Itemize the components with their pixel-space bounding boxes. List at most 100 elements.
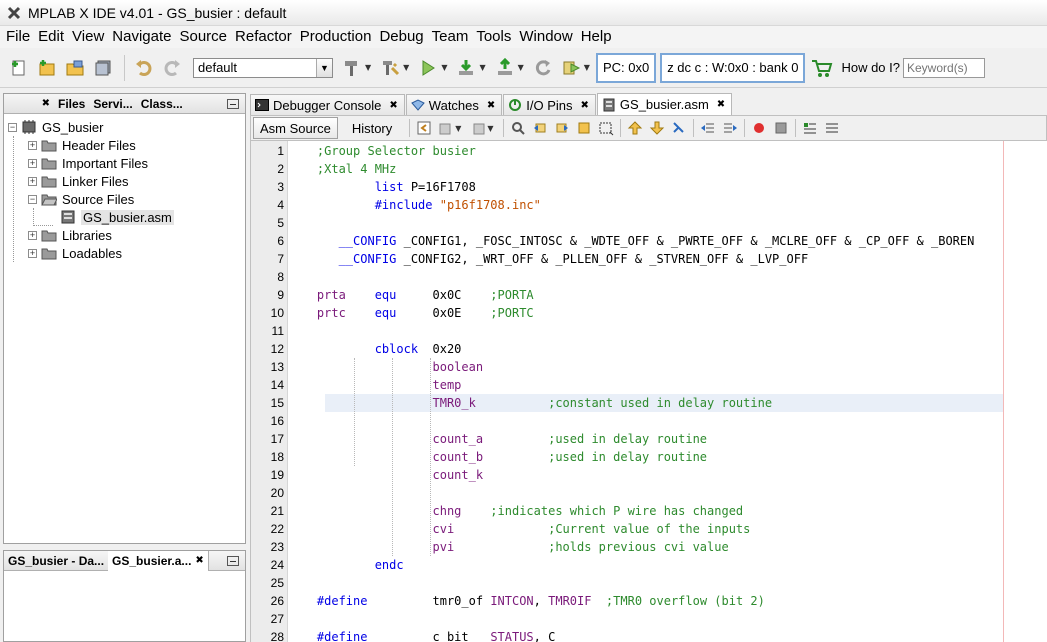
new-project-button[interactable] bbox=[34, 55, 60, 81]
tree-item-header-files[interactable]: + Header Files bbox=[8, 136, 245, 154]
tree-item-source-files[interactable]: − Source Files bbox=[8, 190, 245, 208]
back-dropdown-icon[interactable]: ▼ bbox=[455, 124, 461, 133]
tree-item-gs-busier-asm[interactable]: GS_busier.asm bbox=[8, 208, 245, 226]
expand-toggle-icon[interactable]: + bbox=[28, 248, 37, 258]
code-line[interactable]: 16 bbox=[271, 412, 1047, 430]
tab-debugger-console[interactable]: Debugger Console ✖ bbox=[250, 94, 405, 115]
menu-team[interactable]: Team bbox=[428, 26, 473, 48]
undo-button[interactable] bbox=[131, 55, 157, 81]
menu-window[interactable]: Window bbox=[515, 26, 576, 48]
build-dropdown-icon[interactable]: ▼ bbox=[365, 63, 371, 72]
back-icon[interactable] bbox=[435, 118, 457, 138]
asm-source-button[interactable]: Asm Source bbox=[253, 117, 338, 139]
redo-button[interactable] bbox=[159, 55, 185, 81]
minimize-panel-button[interactable] bbox=[227, 98, 239, 109]
code-line[interactable]: 22 cvi ;Current value of the inputs bbox=[271, 520, 1047, 538]
minimize-panel-button[interactable] bbox=[227, 555, 239, 566]
code-area[interactable]: 1 ;Group Selector busier 2 ;Xtal 4 MHz 3 l… bbox=[271, 141, 1047, 642]
code-line[interactable]: 4 #include "p16f1708.inc" bbox=[277, 196, 1047, 214]
previous-bookmark-icon[interactable] bbox=[624, 118, 646, 138]
find-next-icon[interactable] bbox=[551, 118, 573, 138]
history-button[interactable]: History bbox=[346, 117, 398, 139]
run-button[interactable] bbox=[415, 55, 441, 81]
menu-file[interactable]: File bbox=[2, 26, 34, 48]
program-device-button[interactable] bbox=[453, 55, 479, 81]
tab-dashboard[interactable]: GS_busier - Da... bbox=[4, 551, 108, 571]
project-configuration-select[interactable]: default ▼ bbox=[193, 57, 333, 78]
cart-icon[interactable] bbox=[809, 55, 835, 81]
stop-macro-recording-icon[interactable] bbox=[770, 118, 792, 138]
clean-build-button[interactable] bbox=[377, 55, 403, 81]
close-icon[interactable]: ✖ bbox=[581, 100, 589, 111]
read-dropdown-icon[interactable]: ▼ bbox=[518, 63, 524, 72]
tab-files[interactable]: Files bbox=[54, 94, 89, 114]
expand-toggle-icon[interactable]: + bbox=[28, 176, 37, 186]
code-editor[interactable]: 1 ;Group Selector busier 2 ;Xtal 4 MHz 3 l… bbox=[250, 141, 1047, 642]
open-project-button[interactable] bbox=[62, 55, 88, 81]
code-line[interactable]: 12 cblock 0x20 bbox=[271, 340, 1047, 358]
run-dropdown-icon[interactable]: ▼ bbox=[441, 63, 447, 72]
menu-help[interactable]: Help bbox=[577, 26, 616, 48]
code-line[interactable]: 5 bbox=[277, 214, 1047, 232]
expand-toggle-icon[interactable]: + bbox=[28, 140, 37, 150]
code-line[interactable]: 14 temp bbox=[271, 376, 1047, 394]
close-icon[interactable]: ✖ bbox=[487, 100, 495, 111]
collapse-toggle-icon[interactable]: − bbox=[28, 194, 37, 204]
code-line[interactable]: 10 prtc equ 0x0E ;PORTC bbox=[271, 304, 1047, 322]
code-line[interactable]: 26 #define tmr0_of INTCON, TMR0IF ;TMR0 … bbox=[271, 592, 1047, 610]
code-line[interactable]: 6 __CONFIG _CONFIG1, _FOSC_INTOSC & _WDT… bbox=[277, 232, 1047, 250]
tree-item-libraries[interactable]: + Libraries bbox=[8, 226, 245, 244]
menu-source[interactable]: Source bbox=[175, 26, 231, 48]
debug-dropdown-icon[interactable]: ▼ bbox=[584, 63, 590, 72]
clean-build-dropdown-icon[interactable]: ▼ bbox=[403, 63, 409, 72]
shift-left-icon[interactable] bbox=[697, 118, 719, 138]
tree-item-linker-files[interactable]: + Linker Files bbox=[8, 172, 245, 190]
comment-icon[interactable] bbox=[799, 118, 821, 138]
tab-services[interactable]: Servi... bbox=[89, 94, 136, 114]
menu-view[interactable]: View bbox=[68, 26, 108, 48]
menu-refactor[interactable]: Refactor bbox=[231, 26, 296, 48]
code-line[interactable]: 7 __CONFIG _CONFIG2, _WRT_OFF & _PLLEN_O… bbox=[277, 250, 1047, 268]
code-line[interactable]: 1 ;Group Selector busier bbox=[277, 142, 1047, 160]
menu-edit[interactable]: Edit bbox=[34, 26, 68, 48]
next-bookmark-icon[interactable] bbox=[646, 118, 668, 138]
tab-io-pins[interactable]: I/O Pins ✖ bbox=[503, 94, 596, 115]
program-dropdown-icon[interactable]: ▼ bbox=[479, 63, 485, 72]
close-icon[interactable]: ✖ bbox=[717, 99, 725, 110]
forward-dropdown-icon[interactable]: ▼ bbox=[487, 124, 493, 133]
close-icon[interactable]: ✖ bbox=[389, 100, 397, 111]
tab-navigator[interactable]: GS_busier.a... ✖ bbox=[108, 551, 209, 571]
start-macro-recording-icon[interactable] bbox=[748, 118, 770, 138]
code-line[interactable]: 9 prta equ 0x0C ;PORTA bbox=[277, 286, 1047, 304]
new-file-button[interactable] bbox=[6, 55, 32, 81]
build-hammer-button[interactable] bbox=[339, 55, 365, 81]
code-line[interactable]: 11 bbox=[272, 322, 1047, 340]
code-line[interactable]: 18 count_b ;used in delay routine bbox=[271, 448, 1047, 466]
code-line[interactable]: 24 endc bbox=[271, 556, 1047, 574]
code-line[interactable]: 21 chng ;indicates which P wire has chan… bbox=[271, 502, 1047, 520]
last-edit-icon[interactable] bbox=[413, 118, 435, 138]
code-line[interactable]: 28 #define c_bit STATUS, C bbox=[271, 628, 1047, 642]
tab-classes[interactable]: Class... bbox=[137, 94, 187, 114]
tree-item-loadables[interactable]: + Loadables bbox=[8, 244, 245, 262]
read-device-button[interactable] bbox=[492, 55, 518, 81]
tab-gs-busier-asm[interactable]: GS_busier.asm ✖ bbox=[596, 93, 733, 115]
menu-tools[interactable]: Tools bbox=[472, 26, 515, 48]
code-line[interactable]: 3 list P=16F1708 bbox=[277, 178, 1047, 196]
code-line[interactable]: 27 bbox=[271, 610, 1047, 628]
menu-production[interactable]: Production bbox=[296, 26, 376, 48]
tab-watches[interactable]: Watches ✖ bbox=[405, 94, 503, 115]
save-all-button[interactable] bbox=[90, 55, 116, 81]
code-line[interactable]: 23 pvi ;holds previous cvi value bbox=[271, 538, 1047, 556]
forward-icon[interactable] bbox=[467, 118, 489, 138]
expand-toggle-icon[interactable]: + bbox=[28, 230, 37, 240]
expand-toggle-icon[interactable]: + bbox=[28, 158, 37, 168]
uncomment-icon[interactable] bbox=[821, 118, 843, 138]
shift-right-icon[interactable] bbox=[719, 118, 741, 138]
find-selection-icon[interactable] bbox=[507, 118, 529, 138]
code-line[interactable]: 20 bbox=[271, 484, 1047, 502]
menu-navigate[interactable]: Navigate bbox=[108, 26, 175, 48]
how-do-i-search-input[interactable] bbox=[903, 57, 985, 78]
menu-debug[interactable]: Debug bbox=[375, 26, 427, 48]
close-icon[interactable]: ✖ bbox=[42, 98, 50, 109]
